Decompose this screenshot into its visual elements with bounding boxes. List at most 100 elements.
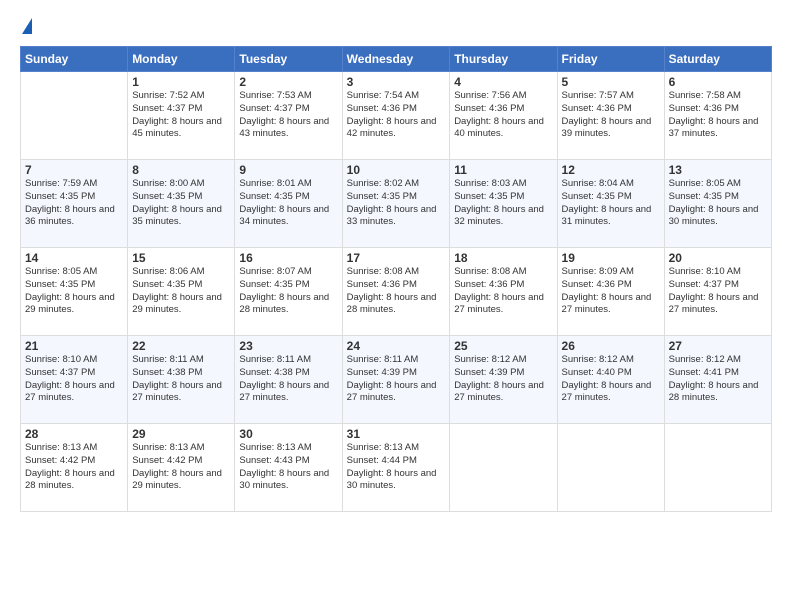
day-info: Sunrise: 8:02 AM Sunset: 4:35 PM Dayligh… bbox=[347, 178, 446, 229]
calendar-week-row: 1Sunrise: 7:52 AM Sunset: 4:37 PM Daylig… bbox=[21, 72, 772, 160]
calendar-cell: 23Sunrise: 8:11 AM Sunset: 4:38 PM Dayli… bbox=[235, 336, 342, 424]
day-number: 20 bbox=[669, 251, 767, 265]
day-number: 22 bbox=[132, 339, 230, 353]
calendar-cell bbox=[557, 424, 664, 512]
day-info: Sunrise: 7:54 AM Sunset: 4:36 PM Dayligh… bbox=[347, 90, 446, 141]
calendar-cell: 31Sunrise: 8:13 AM Sunset: 4:44 PM Dayli… bbox=[342, 424, 450, 512]
calendar-cell: 22Sunrise: 8:11 AM Sunset: 4:38 PM Dayli… bbox=[128, 336, 235, 424]
day-info: Sunrise: 8:12 AM Sunset: 4:40 PM Dayligh… bbox=[562, 354, 660, 405]
calendar-cell: 28Sunrise: 8:13 AM Sunset: 4:42 PM Dayli… bbox=[21, 424, 128, 512]
weekday-header: Thursday bbox=[450, 47, 557, 72]
logo bbox=[20, 18, 32, 36]
day-info: Sunrise: 8:10 AM Sunset: 4:37 PM Dayligh… bbox=[25, 354, 123, 405]
day-number: 29 bbox=[132, 427, 230, 441]
calendar-cell: 6Sunrise: 7:58 AM Sunset: 4:36 PM Daylig… bbox=[664, 72, 771, 160]
day-info: Sunrise: 8:04 AM Sunset: 4:35 PM Dayligh… bbox=[562, 178, 660, 229]
day-number: 17 bbox=[347, 251, 446, 265]
calendar-cell: 11Sunrise: 8:03 AM Sunset: 4:35 PM Dayli… bbox=[450, 160, 557, 248]
day-number: 8 bbox=[132, 163, 230, 177]
calendar-week-row: 14Sunrise: 8:05 AM Sunset: 4:35 PM Dayli… bbox=[21, 248, 772, 336]
day-info: Sunrise: 8:01 AM Sunset: 4:35 PM Dayligh… bbox=[239, 178, 337, 229]
page: SundayMondayTuesdayWednesdayThursdayFrid… bbox=[0, 0, 792, 612]
calendar-cell: 4Sunrise: 7:56 AM Sunset: 4:36 PM Daylig… bbox=[450, 72, 557, 160]
day-info: Sunrise: 8:13 AM Sunset: 4:42 PM Dayligh… bbox=[25, 442, 123, 493]
calendar-cell: 2Sunrise: 7:53 AM Sunset: 4:37 PM Daylig… bbox=[235, 72, 342, 160]
calendar-cell: 16Sunrise: 8:07 AM Sunset: 4:35 PM Dayli… bbox=[235, 248, 342, 336]
day-info: Sunrise: 7:59 AM Sunset: 4:35 PM Dayligh… bbox=[25, 178, 123, 229]
day-info: Sunrise: 8:11 AM Sunset: 4:39 PM Dayligh… bbox=[347, 354, 446, 405]
day-number: 4 bbox=[454, 75, 552, 89]
day-number: 15 bbox=[132, 251, 230, 265]
calendar-table: SundayMondayTuesdayWednesdayThursdayFrid… bbox=[20, 46, 772, 512]
weekday-header: Monday bbox=[128, 47, 235, 72]
calendar-cell: 29Sunrise: 8:13 AM Sunset: 4:42 PM Dayli… bbox=[128, 424, 235, 512]
day-info: Sunrise: 7:57 AM Sunset: 4:36 PM Dayligh… bbox=[562, 90, 660, 141]
day-number: 27 bbox=[669, 339, 767, 353]
calendar-cell: 13Sunrise: 8:05 AM Sunset: 4:35 PM Dayli… bbox=[664, 160, 771, 248]
calendar-week-row: 21Sunrise: 8:10 AM Sunset: 4:37 PM Dayli… bbox=[21, 336, 772, 424]
day-info: Sunrise: 8:08 AM Sunset: 4:36 PM Dayligh… bbox=[454, 266, 552, 317]
day-info: Sunrise: 8:09 AM Sunset: 4:36 PM Dayligh… bbox=[562, 266, 660, 317]
calendar-cell: 21Sunrise: 8:10 AM Sunset: 4:37 PM Dayli… bbox=[21, 336, 128, 424]
day-number: 14 bbox=[25, 251, 123, 265]
calendar-week-row: 7Sunrise: 7:59 AM Sunset: 4:35 PM Daylig… bbox=[21, 160, 772, 248]
day-info: Sunrise: 8:05 AM Sunset: 4:35 PM Dayligh… bbox=[669, 178, 767, 229]
day-number: 24 bbox=[347, 339, 446, 353]
day-info: Sunrise: 8:11 AM Sunset: 4:38 PM Dayligh… bbox=[132, 354, 230, 405]
day-number: 30 bbox=[239, 427, 337, 441]
calendar-cell: 5Sunrise: 7:57 AM Sunset: 4:36 PM Daylig… bbox=[557, 72, 664, 160]
day-number: 2 bbox=[239, 75, 337, 89]
calendar-cell: 10Sunrise: 8:02 AM Sunset: 4:35 PM Dayli… bbox=[342, 160, 450, 248]
day-info: Sunrise: 8:00 AM Sunset: 4:35 PM Dayligh… bbox=[132, 178, 230, 229]
day-info: Sunrise: 8:06 AM Sunset: 4:35 PM Dayligh… bbox=[132, 266, 230, 317]
day-number: 10 bbox=[347, 163, 446, 177]
day-info: Sunrise: 7:52 AM Sunset: 4:37 PM Dayligh… bbox=[132, 90, 230, 141]
day-number: 21 bbox=[25, 339, 123, 353]
calendar-week-row: 28Sunrise: 8:13 AM Sunset: 4:42 PM Dayli… bbox=[21, 424, 772, 512]
day-number: 26 bbox=[562, 339, 660, 353]
calendar-cell: 9Sunrise: 8:01 AM Sunset: 4:35 PM Daylig… bbox=[235, 160, 342, 248]
calendar-cell: 12Sunrise: 8:04 AM Sunset: 4:35 PM Dayli… bbox=[557, 160, 664, 248]
day-number: 1 bbox=[132, 75, 230, 89]
day-number: 23 bbox=[239, 339, 337, 353]
day-info: Sunrise: 8:07 AM Sunset: 4:35 PM Dayligh… bbox=[239, 266, 337, 317]
weekday-header: Tuesday bbox=[235, 47, 342, 72]
day-info: Sunrise: 8:12 AM Sunset: 4:41 PM Dayligh… bbox=[669, 354, 767, 405]
day-info: Sunrise: 7:58 AM Sunset: 4:36 PM Dayligh… bbox=[669, 90, 767, 141]
day-number: 3 bbox=[347, 75, 446, 89]
day-info: Sunrise: 8:13 AM Sunset: 4:44 PM Dayligh… bbox=[347, 442, 446, 493]
day-number: 16 bbox=[239, 251, 337, 265]
calendar-cell: 26Sunrise: 8:12 AM Sunset: 4:40 PM Dayli… bbox=[557, 336, 664, 424]
day-info: Sunrise: 8:12 AM Sunset: 4:39 PM Dayligh… bbox=[454, 354, 552, 405]
calendar-cell: 27Sunrise: 8:12 AM Sunset: 4:41 PM Dayli… bbox=[664, 336, 771, 424]
day-info: Sunrise: 8:11 AM Sunset: 4:38 PM Dayligh… bbox=[239, 354, 337, 405]
calendar-cell bbox=[450, 424, 557, 512]
day-number: 28 bbox=[25, 427, 123, 441]
weekday-header: Saturday bbox=[664, 47, 771, 72]
day-number: 11 bbox=[454, 163, 552, 177]
calendar-cell bbox=[21, 72, 128, 160]
calendar-cell: 14Sunrise: 8:05 AM Sunset: 4:35 PM Dayli… bbox=[21, 248, 128, 336]
day-number: 7 bbox=[25, 163, 123, 177]
calendar-cell: 24Sunrise: 8:11 AM Sunset: 4:39 PM Dayli… bbox=[342, 336, 450, 424]
weekday-header: Sunday bbox=[21, 47, 128, 72]
header bbox=[20, 18, 772, 36]
weekday-header: Friday bbox=[557, 47, 664, 72]
calendar-header-row: SundayMondayTuesdayWednesdayThursdayFrid… bbox=[21, 47, 772, 72]
calendar-cell: 18Sunrise: 8:08 AM Sunset: 4:36 PM Dayli… bbox=[450, 248, 557, 336]
day-number: 18 bbox=[454, 251, 552, 265]
calendar-cell: 7Sunrise: 7:59 AM Sunset: 4:35 PM Daylig… bbox=[21, 160, 128, 248]
day-info: Sunrise: 8:08 AM Sunset: 4:36 PM Dayligh… bbox=[347, 266, 446, 317]
calendar-cell: 20Sunrise: 8:10 AM Sunset: 4:37 PM Dayli… bbox=[664, 248, 771, 336]
calendar-cell: 19Sunrise: 8:09 AM Sunset: 4:36 PM Dayli… bbox=[557, 248, 664, 336]
calendar-cell: 1Sunrise: 7:52 AM Sunset: 4:37 PM Daylig… bbox=[128, 72, 235, 160]
day-number: 5 bbox=[562, 75, 660, 89]
day-number: 9 bbox=[239, 163, 337, 177]
calendar-cell bbox=[664, 424, 771, 512]
calendar-cell: 25Sunrise: 8:12 AM Sunset: 4:39 PM Dayli… bbox=[450, 336, 557, 424]
day-number: 13 bbox=[669, 163, 767, 177]
day-number: 25 bbox=[454, 339, 552, 353]
calendar-cell: 3Sunrise: 7:54 AM Sunset: 4:36 PM Daylig… bbox=[342, 72, 450, 160]
day-number: 12 bbox=[562, 163, 660, 177]
day-number: 19 bbox=[562, 251, 660, 265]
